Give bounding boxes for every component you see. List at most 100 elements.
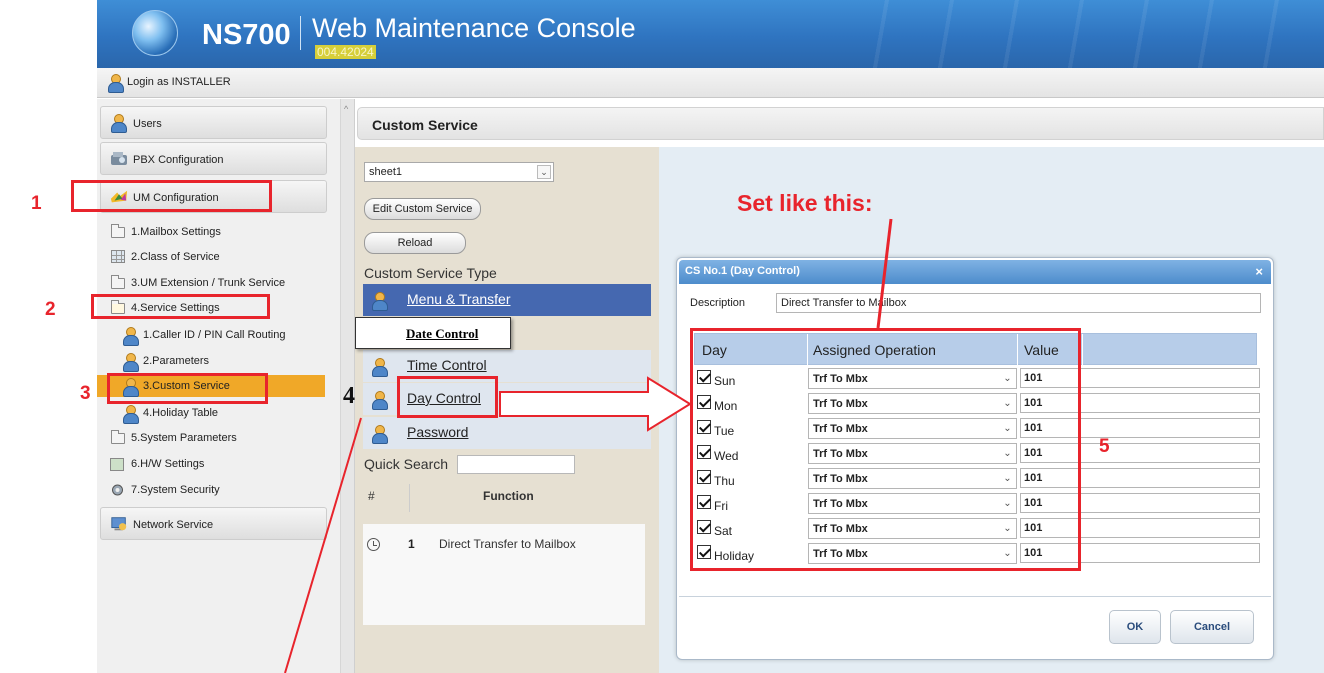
description-value: Direct Transfer to Mailbox — [781, 297, 907, 309]
step-number-2: 2 — [45, 299, 56, 320]
sidebar-item-system-security[interactable]: 7.System Security — [97, 479, 325, 501]
sidebar-section-users[interactable]: Users — [100, 106, 327, 139]
step-number-3: 3 — [80, 383, 91, 404]
page-title-bar: Custom Service — [357, 107, 1324, 140]
quick-search-input[interactable] — [457, 455, 575, 474]
section-label: Network Service — [133, 519, 214, 531]
dialog-title: CS No.1 (Day Control) — [685, 265, 800, 277]
folder-icon — [111, 275, 125, 289]
function-number: 1 — [408, 537, 415, 551]
type-menu-transfer[interactable]: Menu & Transfer — [363, 284, 651, 316]
step-number-1: 1 — [31, 193, 42, 214]
sidebar-item-class-of-service[interactable]: 2.Class of Service — [97, 246, 325, 268]
header-decoration — [824, 0, 1324, 68]
version-label: 004.42024 — [315, 45, 376, 59]
item-label: 1.Mailbox Settings — [131, 226, 221, 238]
app-header: NS700 Web Maintenance Console 004.42024 — [97, 0, 1324, 68]
user-icon — [123, 353, 139, 372]
user-icon — [372, 292, 388, 311]
type-label: Password — [407, 424, 469, 440]
item-label: 2.Class of Service — [131, 251, 220, 263]
item-label: 2.Parameters — [143, 355, 210, 367]
hw-icon — [110, 458, 124, 471]
drag-instruction-label: Click, Drag & Drop — [505, 395, 624, 410]
column-separator — [1082, 334, 1083, 366]
sidebar-item-parameters[interactable]: 2.Parameters — [97, 350, 325, 372]
column-separator — [409, 484, 410, 512]
user-icon — [123, 327, 139, 346]
grid-icon — [111, 250, 125, 263]
custom-service-type-label: Custom Service Type — [364, 265, 497, 281]
item-label: 5.System Parameters — [131, 432, 237, 444]
sidebar-item-holiday-table[interactable]: 4.Holiday Table — [97, 402, 325, 424]
globe-logo-icon — [132, 10, 178, 56]
login-status: Login as INSTALLER — [127, 76, 231, 88]
left-margin — [0, 0, 97, 673]
clock-icon — [367, 538, 380, 551]
sheet-select-value: sheet1 — [369, 166, 403, 178]
section-label: PBX Configuration — [133, 154, 224, 166]
cancel-button[interactable]: Cancel — [1170, 610, 1254, 644]
step-number-5: 5 — [1099, 436, 1110, 457]
header-divider — [300, 16, 301, 50]
description-input[interactable]: Direct Transfer to Mailbox — [776, 293, 1261, 313]
security-icon — [112, 484, 123, 496]
item-label: 6.H/W Settings — [131, 458, 205, 470]
item-label: 7.System Security — [131, 484, 220, 496]
function-row[interactable]: 1 Direct Transfer to Mailbox — [363, 529, 645, 559]
step-number-4: 4 — [343, 383, 355, 409]
network-icon — [111, 517, 127, 531]
dialog-title-bar: CS No.1 (Day Control) × — [679, 260, 1271, 284]
function-name: Direct Transfer to Mailbox — [439, 537, 576, 551]
sidebar-section-pbx[interactable]: PBX Configuration — [100, 142, 327, 175]
scroll-up-icon[interactable]: ^ — [344, 104, 348, 114]
login-user-icon — [108, 74, 124, 93]
page-title: Custom Service — [372, 117, 478, 133]
hash-column-header: # — [368, 489, 375, 503]
sheet-select[interactable]: sheet1 ⌄ — [364, 162, 554, 182]
user-icon — [372, 358, 388, 377]
folder-icon — [111, 430, 125, 444]
annotation-box-day-control — [397, 376, 498, 418]
function-table-header: # Function — [363, 478, 651, 514]
reload-button[interactable]: Reload — [364, 232, 466, 254]
sidebar-item-um-extension[interactable]: 3.UM Extension / Trunk Service — [97, 272, 325, 294]
annotation-title: Set like this: — [737, 190, 873, 216]
pbx-icon — [111, 152, 127, 165]
close-icon[interactable]: × — [1255, 264, 1263, 279]
sidebar-item-mailbox-settings[interactable]: 1.Mailbox Settings — [97, 221, 325, 243]
login-bar: Login as INSTALLER — [97, 68, 1324, 98]
user-icon — [372, 425, 388, 444]
chevron-down-icon[interactable]: ⌄ — [537, 165, 551, 179]
type-password[interactable]: Password — [363, 417, 651, 449]
description-label: Description — [690, 297, 746, 309]
quick-search-label: Quick Search — [364, 456, 449, 472]
dialog-divider — [679, 596, 1271, 597]
sidebar-item-caller-id[interactable]: 1.Caller ID / PIN Call Routing — [97, 324, 325, 346]
user-icon — [372, 391, 388, 410]
sidebar-item-hw-settings[interactable]: 6.H/W Settings — [97, 453, 325, 475]
date-control-drag-item[interactable]: Date Control — [355, 317, 511, 349]
sidebar-item-system-parameters[interactable]: 5.System Parameters — [97, 427, 325, 449]
item-label: 3.UM Extension / Trunk Service — [131, 277, 286, 289]
screen: NS700 Web Maintenance Console 004.42024 … — [0, 0, 1324, 673]
user-icon — [123, 405, 139, 424]
users-icon — [111, 114, 127, 133]
function-column-header: Function — [483, 489, 534, 503]
type-label: Time Control — [407, 357, 487, 373]
annotation-box-service-settings — [91, 294, 270, 319]
item-label: 1.Caller ID / PIN Call Routing — [143, 329, 286, 341]
annotation-box-um-configuration — [71, 180, 272, 212]
function-list: 1 Direct Transfer to Mailbox — [363, 524, 645, 625]
edit-custom-service-button[interactable]: Edit Custom Service — [364, 198, 481, 220]
folder-icon — [111, 224, 125, 238]
ok-button[interactable]: OK — [1109, 610, 1161, 644]
annotation-box-day-table — [690, 328, 1081, 571]
annotation-box-custom-service — [107, 373, 268, 404]
section-label: Users — [133, 118, 162, 130]
console-title: Web Maintenance Console — [312, 13, 636, 43]
type-label: Menu & Transfer — [407, 291, 511, 307]
sidebar-section-network-service[interactable]: Network Service — [100, 507, 327, 540]
drag-item-label: Date Control — [406, 326, 479, 341]
item-label: 4.Holiday Table — [143, 407, 219, 419]
